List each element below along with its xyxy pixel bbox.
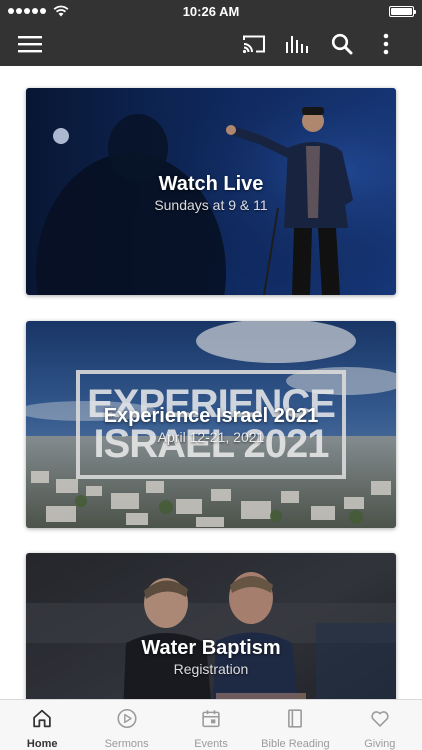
card-title: Watch Live — [158, 173, 264, 195]
tab-label: Bible Reading — [261, 738, 330, 750]
tab-bible-reading[interactable]: Bible Reading — [253, 700, 337, 750]
bottom-tab-bar: Home Sermons Events Bible Reading Giving — [0, 699, 422, 750]
tab-label: Events — [194, 738, 228, 750]
more-options-button[interactable] — [364, 22, 408, 66]
watch-live-card[interactable]: Watch Live Sundays at 9 & 11 — [26, 88, 396, 295]
card-title: Experience Israel 2021 — [103, 405, 319, 427]
tab-label: Sermons — [104, 738, 149, 750]
tab-label: Home — [26, 738, 58, 750]
book-icon — [288, 709, 303, 728]
wifi-icon — [53, 5, 69, 17]
experience-israel-card[interactable]: EXPERIENCE ISRAEL 2021 Experience Israel… — [26, 321, 396, 528]
tab-sermons[interactable]: Sermons — [84, 700, 168, 750]
home-icon — [33, 709, 51, 728]
card-subtitle: Registration — [173, 661, 249, 677]
signal-strength-icon — [8, 5, 69, 17]
tab-home[interactable]: Home — [0, 700, 84, 750]
menu-button[interactable] — [8, 22, 52, 66]
audio-bars-icon — [286, 36, 308, 53]
card-subtitle: Sundays at 9 & 11 — [154, 197, 268, 213]
status-bar: 10:26 AM — [0, 0, 422, 22]
tab-giving[interactable]: Giving — [338, 700, 422, 750]
water-baptism-image — [26, 553, 396, 699]
more-vertical-icon — [383, 33, 389, 55]
search-button[interactable] — [320, 22, 364, 66]
card-title: Water Baptism — [141, 637, 281, 659]
heart-icon — [371, 711, 389, 727]
calendar-icon — [202, 710, 220, 728]
water-baptism-card[interactable]: Water Baptism Registration — [26, 553, 396, 699]
cast-button[interactable] — [232, 22, 276, 66]
battery-icon — [389, 5, 416, 17]
card-subtitle: April 12-21, 2021 — [157, 429, 265, 445]
audio-button[interactable] — [276, 22, 320, 66]
tab-events[interactable]: Events — [169, 700, 253, 750]
play-circle-icon — [117, 708, 137, 729]
tab-label: Giving — [364, 738, 396, 750]
cast-icon — [242, 35, 265, 54]
search-icon — [331, 33, 353, 55]
app-toolbar — [0, 22, 422, 66]
content-feed[interactable]: Watch Live Sundays at 9 & 11 EXPERIENCE … — [0, 66, 422, 699]
hamburger-menu-icon — [18, 36, 42, 53]
